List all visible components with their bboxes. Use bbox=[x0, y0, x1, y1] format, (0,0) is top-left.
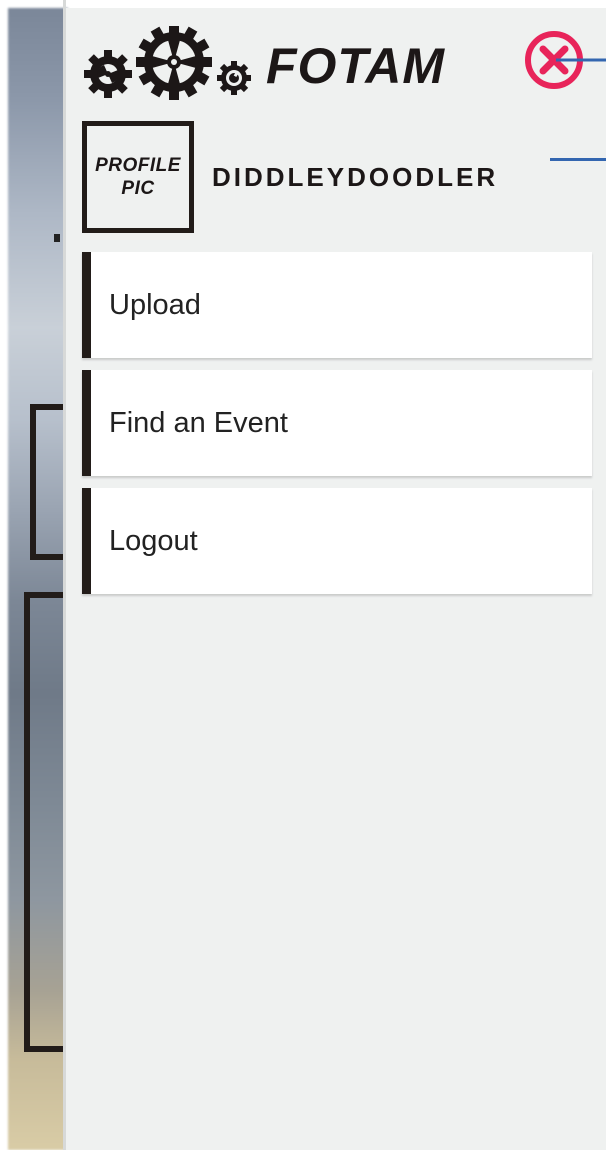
menu-item-label: Upload bbox=[109, 288, 201, 321]
drawer-menu: Upload Find an Event Logout bbox=[82, 252, 592, 606]
gears-logo-icon bbox=[84, 26, 251, 100]
background-mark bbox=[54, 234, 60, 242]
brand-name: FOTAM bbox=[266, 38, 446, 94]
menu-item-label: Find an Event bbox=[109, 406, 288, 439]
menu-item-find-event[interactable]: Find an Event bbox=[82, 370, 592, 476]
menu-item-logout[interactable]: Logout bbox=[82, 488, 592, 594]
side-drawer: FOTAM PROFILE PIC DIDDLEYDOODLER Upload … bbox=[66, 8, 606, 1150]
close-drawer-button[interactable] bbox=[522, 26, 606, 94]
profile-pic[interactable]: PROFILE PIC bbox=[82, 121, 194, 233]
profile-section: PROFILE PIC DIDDLEYDOODLER bbox=[82, 121, 498, 233]
profile-pic-label: PIC bbox=[121, 178, 155, 199]
app-screen: FOTAM PROFILE PIC DIDDLEYDOODLER Upload … bbox=[0, 0, 606, 1150]
menu-item-label: Logout bbox=[109, 524, 198, 557]
profile-pic-label: PROFILE bbox=[95, 155, 181, 176]
brand-logo[interactable]: FOTAM bbox=[84, 22, 504, 110]
username: DIDDLEYDOODLER bbox=[212, 161, 499, 192]
menu-item-upload[interactable]: Upload bbox=[82, 252, 592, 358]
accent-line bbox=[550, 158, 606, 161]
close-circle-icon bbox=[525, 31, 606, 89]
